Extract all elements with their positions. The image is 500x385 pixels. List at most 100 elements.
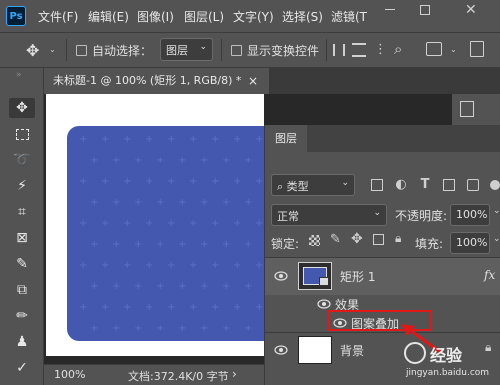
side-dock [452,94,500,125]
opacity-input[interactable]: 100% [450,204,490,226]
chevron-down-icon[interactable]: ⌄ [49,45,56,54]
lock-transparent-icon[interactable] [309,235,320,246]
shape-filter-icon[interactable] [443,179,455,191]
move-tool-icon[interactable]: ✥ [9,98,35,118]
pattern-mark: + [112,323,121,334]
move-tool-icon[interactable]: ✥ [26,41,39,60]
pattern-mark: + [244,323,253,334]
layer-name[interactable]: 矩形 1 [340,268,375,285]
lock-icon[interactable]: 🔒︎ [395,231,401,246]
pattern-mark: + [90,197,99,208]
pattern-mark: + [200,155,209,166]
menu-filter[interactable]: 滤镜(T [331,8,367,25]
pattern-mark: + [200,323,209,334]
pattern-mark: + [222,155,231,166]
show-transform-checkbox[interactable] [231,45,242,56]
pattern-mark: + [178,197,187,208]
layer-name[interactable]: 背景 [340,342,364,359]
share-icon[interactable] [470,41,484,57]
photoshop-logo[interactable]: Ps [6,6,26,26]
auto-select-dropdown[interactable]: 图层 ⌄ [160,38,213,61]
spot-heal-icon[interactable]: ⧉ [12,280,32,300]
pattern-mark: + [211,134,220,145]
adjustment-filter-icon[interactable]: ◐ [395,177,407,192]
pattern-mark: + [145,218,154,229]
lock-artboard-icon[interactable] [373,234,384,245]
pattern-mark: + [167,176,176,187]
chevron-down-icon[interactable]: ⌄ [493,206,500,216]
align-vertical-icon[interactable] [352,43,366,57]
chevron-right-icon[interactable]: › [232,367,237,381]
layer-filter-dropdown[interactable]: ⌕ 类型 ⌄ [271,174,355,196]
minimize-icon[interactable] [385,9,395,10]
workspace-icon[interactable] [426,42,442,56]
close-window-icon[interactable]: ✕ [465,2,477,18]
auto-select-value: 图层 [166,44,188,57]
panel-header: 图层 [265,125,500,152]
eye-icon[interactable] [274,271,288,281]
pattern-mark: + [244,155,253,166]
menu-layer[interactable]: 图层(L) [184,8,224,25]
magic-wand-icon[interactable]: ⚡ [12,176,32,196]
lasso-icon[interactable]: ➰ [12,150,32,170]
eye-icon[interactable] [274,345,288,355]
stamp-icon[interactable]: ♟ [12,332,32,352]
menu-file[interactable]: 文件(F) [38,8,78,25]
pattern-mark: + [233,134,242,145]
type-filter-icon[interactable]: T [419,177,431,192]
collapse-icon[interactable]: » [16,70,22,80]
filter-toggle-icon[interactable] [490,180,500,190]
lock-label: 锁定: [271,237,300,251]
pattern-mark: + [211,218,220,229]
document-tab[interactable]: 未标题-1 @ 100% (矩形 1, RGB/8) * × [44,68,269,94]
crop-icon[interactable]: ⌗ [12,202,32,222]
close-tab-icon[interactable]: × [248,68,258,94]
pattern-mark: + [167,218,176,229]
menu-type[interactable]: 文字(Y) [233,8,274,25]
menu-edit[interactable]: 编辑(E) [88,8,129,25]
pattern-mark: + [167,134,176,145]
layer-thumbnail[interactable] [298,336,332,364]
marquee-icon[interactable] [12,124,32,144]
fill-input[interactable]: 100% [450,232,490,254]
divider [326,39,327,61]
align-center-icon[interactable]: ⋮ [374,42,387,57]
chevron-down-icon[interactable]: ⌄ [450,45,457,54]
chevron-down-icon: ⌄ [341,178,349,188]
smart-object-filter-icon[interactable] [467,179,479,191]
pattern-mark: + [79,302,88,313]
align-left-icon[interactable] [333,44,345,56]
search-icon[interactable]: ⌕ [394,40,402,58]
pattern-mark: + [222,239,231,250]
pattern-mark: + [200,281,209,292]
history-brush-icon[interactable]: ✓ [12,358,32,378]
menu-image[interactable]: 图像(I) [137,8,174,25]
blend-mode-dropdown[interactable]: 正常 ⌄ [271,204,387,226]
pattern-mark: + [200,197,209,208]
menu-select[interactable]: 选择(S) [282,8,323,25]
properties-icon[interactable] [460,101,474,117]
vector-mask-icon [319,277,329,286]
pattern-mark: + [200,239,209,250]
eyedropper-icon[interactable]: ✎ [12,254,32,274]
pattern-mark: + [178,155,187,166]
zoom-level[interactable]: 100% [54,368,85,381]
auto-select-checkbox[interactable] [76,45,87,56]
brush-icon[interactable]: ✏ [12,306,32,326]
lock-position-icon[interactable]: ✥ [351,231,363,247]
lock-pixels-icon[interactable]: ✎ [330,232,341,247]
pattern-mark: + [233,218,242,229]
frame-icon[interactable]: ⊠ [12,228,32,248]
pattern-mark: + [156,155,165,166]
layer-thumbnail[interactable] [298,262,332,290]
rectangle-shape[interactable]: + + + + + + + + + + + + + + + + + + + + + + + + + + + + + + + + + + + + + + + +… [67,126,264,341]
fx-icon[interactable]: fx [484,268,495,282]
chevron-down-icon[interactable]: ⌄ [493,234,500,244]
layer-row-rectangle[interactable]: 矩形 1 fx [265,258,500,295]
maximize-icon[interactable] [420,5,430,15]
eye-icon[interactable] [317,299,331,309]
tools-panel: » ✥ ➰ ⚡ ⌗ ⊠ ✎ ⧉ ✏ ♟ ✓ [0,68,44,385]
pixel-filter-icon[interactable] [371,179,383,191]
pattern-mark: + [90,281,99,292]
tab-layers[interactable]: 图层 [265,125,307,152]
